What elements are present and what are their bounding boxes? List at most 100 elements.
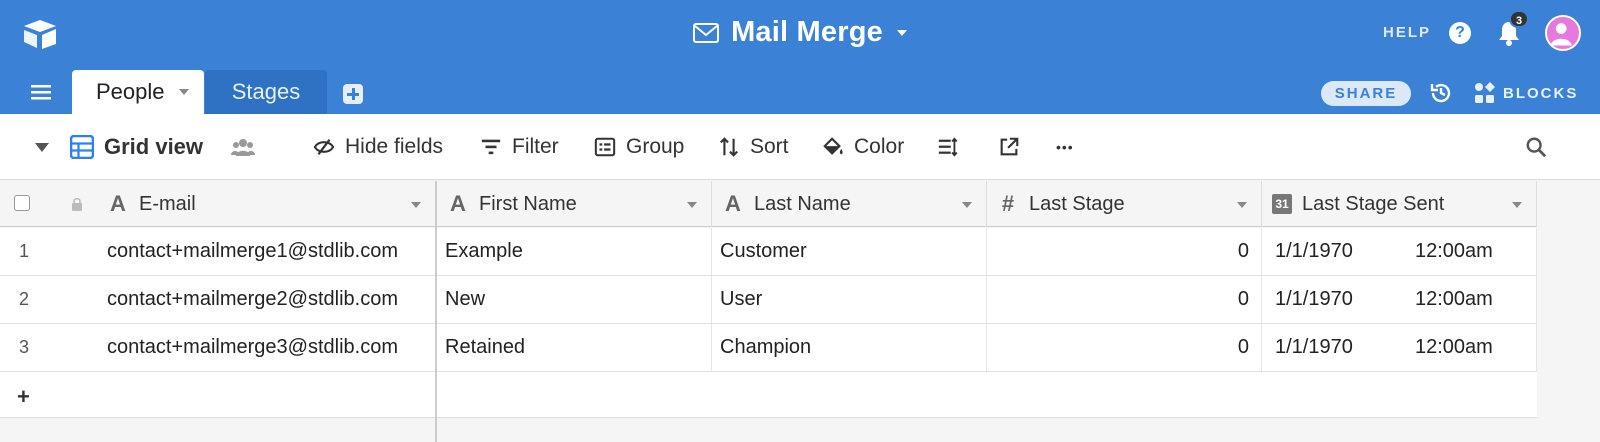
- filter-label: Filter: [512, 135, 559, 158]
- view-switcher[interactable]: Grid view: [70, 114, 203, 180]
- time-value: 12:00am: [1415, 240, 1493, 262]
- last-stage-sent-column-header[interactable]: 31 Last Stage Sent: [1262, 181, 1537, 227]
- help-icon[interactable]: ?: [1449, 22, 1471, 44]
- user-avatar[interactable]: [1545, 15, 1581, 51]
- email-column-header[interactable]: A E-mail: [0, 181, 435, 227]
- row-height-icon: [938, 137, 958, 157]
- tab-people[interactable]: People: [72, 70, 204, 114]
- last-stage-cell[interactable]: 0: [987, 324, 1262, 371]
- column-menu-caret-icon[interactable]: [962, 202, 972, 208]
- first-name-cell[interactable]: Retained: [437, 324, 712, 371]
- collaborative-view-button[interactable]: [230, 114, 256, 180]
- time-value: 12:00am: [1415, 336, 1493, 358]
- history-icon[interactable]: [1429, 81, 1453, 105]
- column-label: Last Name: [754, 192, 851, 215]
- lock-icon: [72, 197, 82, 211]
- mail-icon: [693, 22, 720, 43]
- last-name-cell[interactable]: Champion: [712, 324, 987, 371]
- last-stage-cell[interactable]: 0: [987, 228, 1262, 275]
- more-options-icon: •••: [1056, 139, 1074, 155]
- base-name: Mail Merge: [731, 16, 883, 48]
- search-icon: [1526, 137, 1547, 158]
- color-button[interactable]: Color: [822, 114, 904, 180]
- hide-fields-button[interactable]: Hide fields: [313, 114, 443, 180]
- group-button[interactable]: Group: [594, 114, 684, 180]
- top-bar: Mail Merge HELP ? 3 People Stages SHARE: [0, 0, 1600, 114]
- blocks-button[interactable]: BLOCKS: [1473, 81, 1578, 105]
- paint-bucket-icon: [823, 137, 843, 155]
- tab-menu-caret-icon[interactable]: [178, 89, 189, 95]
- first-name-column-header[interactable]: A First Name: [437, 181, 712, 227]
- date-field-icon: 31: [1272, 194, 1292, 214]
- column-label: Last Stage: [1029, 192, 1125, 215]
- tab-stages[interactable]: Stages: [205, 70, 327, 114]
- last-stage-sent-cell[interactable]: 1/1/1970 12:00am: [1262, 324, 1537, 371]
- color-label: Color: [854, 135, 905, 158]
- select-all-checkbox[interactable]: [14, 195, 30, 211]
- frozen-column-divider[interactable]: [435, 181, 437, 442]
- column-menu-caret-icon[interactable]: [411, 202, 421, 208]
- column-label: First Name: [479, 192, 577, 215]
- date-value: 1/1/1970: [1275, 240, 1353, 262]
- base-title[interactable]: Mail Merge: [0, 16, 1600, 49]
- group-label: Group: [626, 135, 685, 158]
- time-value: 12:00am: [1415, 288, 1493, 310]
- share-button[interactable]: SHARE: [1321, 81, 1411, 106]
- hamburger-menu-icon[interactable]: [31, 84, 51, 100]
- table-row[interactable]: 1 contact+mailmerge1@stdlib.com Example …: [0, 228, 1537, 276]
- email-cell[interactable]: contact+mailmerge1@stdlib.com: [100, 228, 435, 275]
- date-value: 1/1/1970: [1275, 336, 1353, 358]
- text-field-icon: A: [725, 191, 741, 216]
- last-name-cell[interactable]: Customer: [712, 228, 987, 275]
- last-name-cell[interactable]: User: [712, 276, 987, 323]
- table-row[interactable]: 2 contact+mailmerge2@stdlib.com New User…: [0, 276, 1537, 324]
- column-menu-caret-icon[interactable]: [687, 202, 697, 208]
- text-field-icon: A: [450, 191, 466, 216]
- column-label: E-mail: [139, 192, 196, 215]
- search-button[interactable]: [1525, 114, 1547, 180]
- notification-count-badge: 3: [1509, 10, 1529, 28]
- add-table-icon[interactable]: [343, 84, 363, 104]
- person-icon: [1550, 23, 1572, 46]
- blocks-label: BLOCKS: [1503, 84, 1579, 102]
- add-record-icon[interactable]: +: [17, 384, 30, 410]
- grid-header-row: A E-mail A First Name A Last Name # Last…: [0, 181, 1537, 227]
- last-stage-column-header[interactable]: # Last Stage: [987, 181, 1262, 227]
- column-menu-caret-icon[interactable]: [1237, 202, 1247, 208]
- last-name-column-header[interactable]: A Last Name: [712, 181, 987, 227]
- sort-button[interactable]: Sort: [718, 114, 789, 180]
- last-stage-sent-cell[interactable]: 1/1/1970 12:00am: [1262, 276, 1537, 323]
- hide-fields-label: Hide fields: [345, 135, 444, 158]
- row-height-button[interactable]: [937, 114, 959, 180]
- hide-fields-icon: [313, 139, 335, 155]
- base-menu-caret-icon[interactable]: [896, 29, 907, 36]
- blocks-icon: [1475, 82, 1495, 103]
- row-number: 3: [19, 337, 30, 357]
- filter-button[interactable]: Filter: [480, 114, 559, 180]
- date-value: 1/1/1970: [1275, 288, 1353, 310]
- grid-view-icon: [70, 135, 94, 159]
- email-cell[interactable]: contact+mailmerge2@stdlib.com: [100, 276, 435, 323]
- last-stage-cell[interactable]: 0: [987, 276, 1262, 323]
- add-record-row[interactable]: +: [0, 372, 1537, 418]
- tab-label: Stages: [231, 79, 301, 104]
- column-menu-caret-icon[interactable]: [1512, 202, 1522, 208]
- last-stage-sent-cell[interactable]: 1/1/1970 12:00am: [1262, 228, 1537, 275]
- view-name: Grid view: [104, 134, 204, 159]
- first-name-cell[interactable]: New: [437, 276, 712, 323]
- share-view-button[interactable]: [998, 114, 1020, 180]
- tab-label: People: [96, 79, 165, 104]
- group-icon: [594, 137, 616, 157]
- first-name-cell[interactable]: Example: [437, 228, 712, 275]
- text-field-icon: A: [110, 191, 126, 216]
- table-row[interactable]: 3 contact+mailmerge3@stdlib.com Retained…: [0, 324, 1537, 372]
- views-sidebar-toggle-icon[interactable]: [35, 143, 49, 152]
- row-number: 1: [19, 241, 30, 261]
- sort-label: Sort: [750, 135, 789, 158]
- email-cell[interactable]: contact+mailmerge3@stdlib.com: [100, 324, 435, 371]
- more-options-button[interactable]: •••: [1056, 114, 1074, 180]
- help-link[interactable]: HELP: [1383, 24, 1431, 41]
- sort-icon: [720, 137, 738, 157]
- people-icon: [231, 139, 255, 156]
- column-label: Last Stage Sent: [1302, 192, 1445, 215]
